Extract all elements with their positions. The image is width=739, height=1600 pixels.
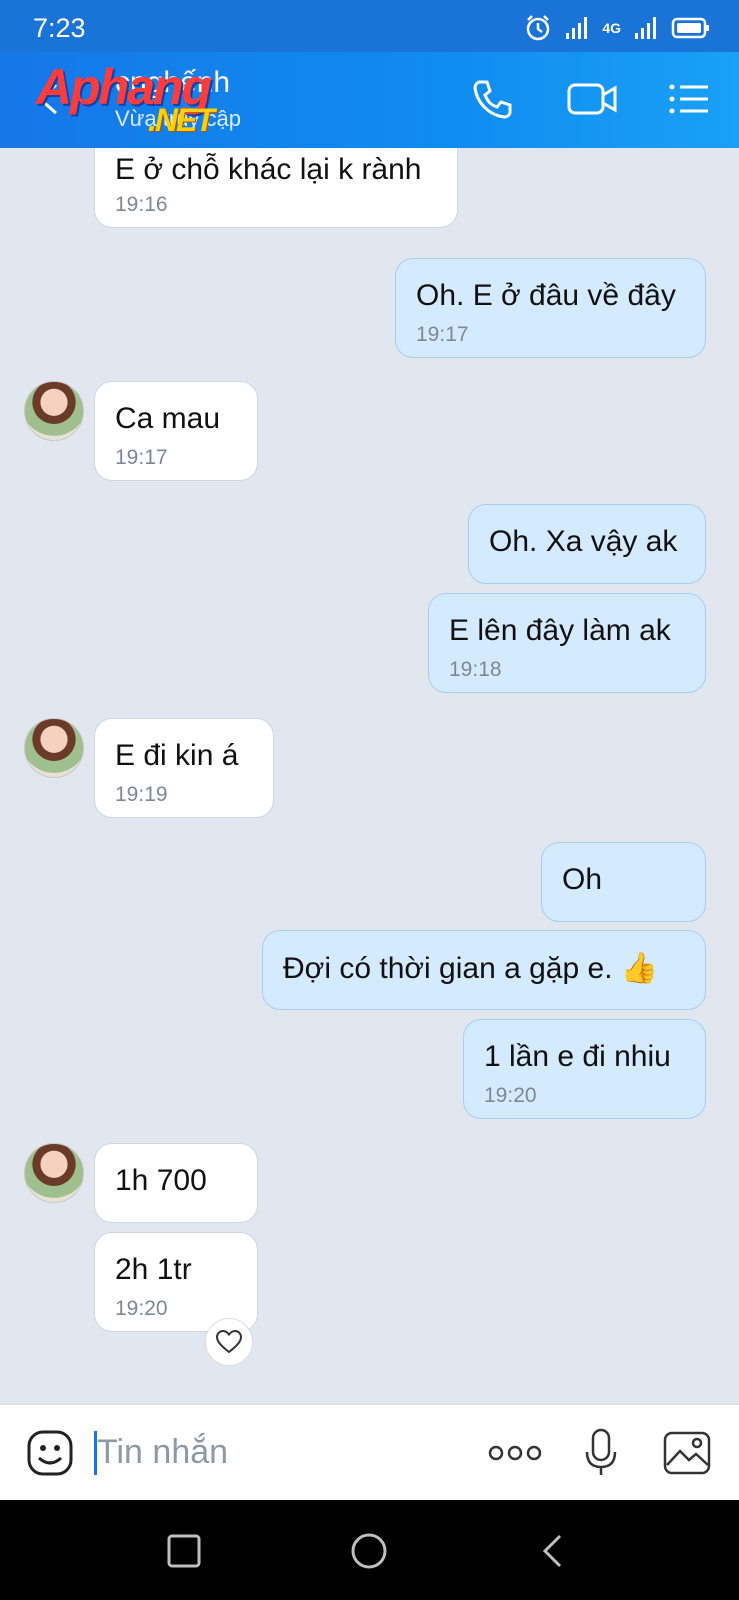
outgoing-message[interactable]: E lên đây làm ak 19:18 (428, 593, 706, 693)
outgoing-message[interactable]: Oh (541, 842, 706, 922)
message-composer: Tin nhắn (0, 1404, 739, 1501)
status-icons: 4G (524, 14, 711, 42)
react-heart-button[interactable] (205, 1318, 253, 1366)
message-text: 1 lần e đi nhiu (484, 1040, 671, 1073)
video-call-icon[interactable] (566, 76, 618, 122)
outgoing-message[interactable]: Đợi có thời gian a gặp e. 👍 (262, 930, 706, 1010)
message-text: Ca mau (115, 402, 221, 435)
message-input[interactable]: Tin nhắn (97, 1433, 228, 1472)
contact-avatar[interactable] (24, 381, 84, 441)
outgoing-message[interactable]: Oh. Xa vậy ak (468, 504, 706, 584)
incoming-message[interactable]: Ca mau 19:17 (94, 381, 258, 481)
message-text: Oh. Xa vậy ak (489, 525, 678, 558)
alarm-icon (527, 15, 550, 41)
message-text: 1h 700 (115, 1164, 207, 1197)
more-options-icon[interactable] (487, 1443, 543, 1463)
chat-header: cnghếnh Vừa truy cập Aphang .NET (0, 52, 739, 148)
message-time: 19:20 (484, 1084, 537, 1107)
message-text: E lên đây làm ak (449, 614, 671, 647)
message-time: 19:16 (115, 193, 168, 216)
message-text: Oh (562, 863, 603, 896)
message-time: 19:17 (115, 446, 168, 469)
message-text: Oh. E ở đâu về đây (416, 279, 676, 312)
message-time: 19:20 (115, 1297, 168, 1320)
message-text: Đợi có thời gian a gặp e. 👍 (283, 952, 659, 985)
image-gallery-icon[interactable] (662, 1429, 712, 1477)
heart-icon (216, 1330, 242, 1354)
incoming-message[interactable]: E ở chỗ khác lại k rành 19:16 (94, 148, 458, 228)
network-type-label: 4G (602, 20, 621, 36)
microphone-icon[interactable] (582, 1427, 620, 1479)
incoming-message[interactable]: E đi kin á 19:19 (94, 718, 274, 818)
message-time: 19:17 (416, 323, 469, 346)
battery-icon (671, 17, 709, 39)
message-text: E ở chỗ khác lại k rành (115, 153, 422, 186)
message-time: 19:19 (115, 783, 168, 806)
signal-2-icon (635, 17, 656, 39)
contact-avatar[interactable] (24, 1143, 84, 1203)
watermark-logo: Aphang .NET (36, 58, 215, 138)
signal-icon (566, 17, 588, 39)
outgoing-message[interactable]: Oh. E ở đâu về đây 19:17 (395, 258, 706, 358)
message-list[interactable]: E ở chỗ khác lại k rành 19:16 Oh. E ở đâ… (0, 148, 739, 1404)
incoming-message[interactable]: 2h 1tr 19:20 (94, 1232, 258, 1332)
home-icon[interactable] (350, 1532, 388, 1570)
message-text: 2h 1tr (115, 1253, 192, 1286)
message-text: E đi kin á (115, 739, 239, 772)
status-bar: 7:23 4G (0, 0, 739, 52)
incoming-message[interactable]: 1h 700 (94, 1143, 258, 1223)
menu-list-icon[interactable] (668, 76, 710, 122)
status-time: 7:23 (33, 13, 86, 43)
recent-apps-icon[interactable] (167, 1534, 201, 1568)
phone-call-icon[interactable] (470, 76, 516, 122)
outgoing-message[interactable]: 1 lần e đi nhiu 19:20 (463, 1019, 706, 1119)
message-time: 19:18 (449, 658, 502, 681)
back-nav-icon[interactable] (540, 1533, 566, 1569)
contact-avatar[interactable] (24, 718, 84, 778)
watermark-suffix: .NET (148, 102, 215, 138)
system-nav-bar (0, 1500, 739, 1600)
emoji-sticker-icon[interactable] (26, 1429, 74, 1477)
